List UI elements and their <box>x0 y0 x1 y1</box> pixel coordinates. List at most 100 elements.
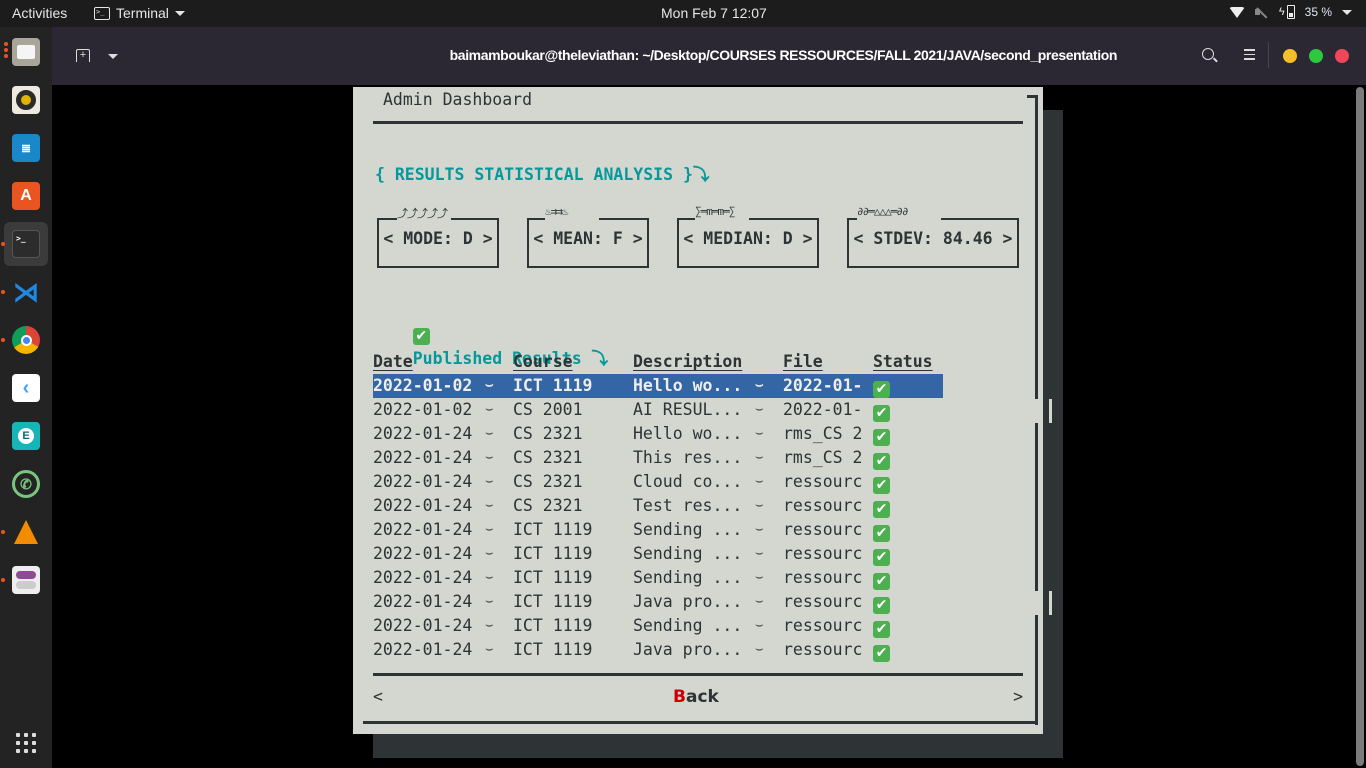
back-button[interactable]: Back <box>673 687 719 707</box>
dock-chrome[interactable] <box>0 318 48 362</box>
column-header-file[interactable]: File <box>783 352 823 371</box>
status-check-icon: ✔ <box>873 496 890 518</box>
list-scroll-marker[interactable] <box>1033 591 1052 615</box>
dock-software[interactable]: A <box>4 174 48 218</box>
cell-file: ressourc <box>783 568 863 587</box>
cell-date: 2022-01-24 <box>373 640 473 659</box>
status-check-icon: ✔ <box>873 472 890 494</box>
stat-stdev[interactable]: ∂∂═△△△═∂∂ < STDEV: 84.46 > <box>847 205 1019 268</box>
table-row[interactable]: 2022-01-24 ⌣ ICT 1119 Sending ... ⌣ ressourc ✔ <box>373 518 943 542</box>
cell-date: 2022-01-24 <box>373 448 473 467</box>
divider <box>1268 42 1269 68</box>
wifi-icon <box>1228 6 1245 18</box>
dock-whatsapp[interactable]: ✆ <box>4 462 48 506</box>
stat-median[interactable]: ∑═m═m═∑ < MEDIAN: D > <box>677 205 819 268</box>
row-separator-icon: ⌣ <box>485 522 494 537</box>
table-row-selected[interactable]: 2022-01-02 ⌣ ICT 1119 Hello wo... ⌣ 2022-01- ✔ <box>373 374 943 398</box>
charging-icon: ϟ <box>1278 6 1285 18</box>
check-icon: ✔ <box>873 501 890 518</box>
dock-rhythmbox[interactable] <box>4 78 48 122</box>
stat-decoration: ∑═m═m═∑ <box>695 205 735 218</box>
cell-file: ressourc <box>783 640 863 659</box>
dock-files[interactable] <box>3 30 48 74</box>
cell-description: Java pro... <box>633 640 743 659</box>
cell-date: 2022-01-24 <box>373 472 473 491</box>
cell-file: ressourc <box>783 472 863 491</box>
status-check-icon: ✔ <box>873 568 890 590</box>
clock[interactable]: Mon Feb 7 12:07 <box>661 5 767 21</box>
status-check-icon: ✔ <box>873 544 890 566</box>
table-row[interactable]: 2022-01-24 ⌣ ICT 1119 Java pro... ⌣ ressourc ✔ <box>373 590 943 614</box>
check-icon: ✔ <box>873 405 890 422</box>
stat-median-value: < MEDIAN: D > <box>683 229 813 248</box>
row-separator-icon: ⌣ <box>485 498 494 513</box>
table-row[interactable]: 2022-01-02 ⌣ CS 2001 AI RESUL... ⌣ 2022-01- ✔ <box>373 398 943 422</box>
row-separator-icon: ⌣ <box>755 498 764 513</box>
cell-course: ICT 1119 <box>513 616 593 635</box>
minimize-button[interactable] <box>1283 49 1297 63</box>
cell-file: ressourc <box>783 592 863 611</box>
row-separator-icon: ⌣ <box>755 402 764 417</box>
app-menu-label: Terminal <box>116 5 169 21</box>
table-row[interactable]: 2022-01-24 ⌣ CS 2321 This res... ⌣ rms_CS 2 ✔ <box>373 446 943 470</box>
list-scroll-marker[interactable] <box>1033 399 1052 423</box>
hamburger-menu-icon[interactable] <box>1244 49 1255 63</box>
dock-tweaks[interactable] <box>0 558 48 602</box>
table-row[interactable]: 2022-01-24 ⌣ CS 2321 Test res... ⌣ ressourc ✔ <box>373 494 943 518</box>
show-applications-icon[interactable] <box>16 733 36 753</box>
check-icon: ✔ <box>873 573 890 590</box>
row-separator-icon: ⌣ <box>485 450 494 465</box>
chevron-down-icon <box>174 10 185 16</box>
rhythmbox-icon <box>12 86 40 114</box>
dock-vlc[interactable] <box>0 510 48 554</box>
row-separator-icon: ⌣ <box>755 594 764 609</box>
column-header-date[interactable]: Date <box>373 352 413 371</box>
dock-terminal[interactable]: >_ <box>0 222 48 266</box>
row-separator-icon: ⌣ <box>755 618 764 633</box>
status-check-icon: ✔ <box>873 520 890 542</box>
cell-description: Test res... <box>633 496 743 515</box>
scrollbar-thumb[interactable] <box>1356 87 1364 766</box>
table-row[interactable]: 2022-01-24 ⌣ CS 2321 Hello wo... ⌣ rms_CS 2 ✔ <box>373 422 943 446</box>
column-header-course[interactable]: Course <box>513 352 573 371</box>
column-header-status[interactable]: Status <box>873 352 933 371</box>
search-icon[interactable] <box>1202 48 1214 60</box>
close-button[interactable] <box>1335 49 1349 63</box>
table-row[interactable]: 2022-01-24 ⌣ ICT 1119 Java pro... ⌣ ressourc ✔ <box>373 638 943 662</box>
cell-description: This res... <box>633 448 743 467</box>
row-separator-icon: ⌣ <box>755 450 764 465</box>
stat-stdev-value: < STDEV: 84.46 > <box>853 229 1013 248</box>
dock-app-e[interactable]: E <box>4 414 48 458</box>
stat-mode[interactable]: ⤴⤴⤴⤴⤴ < MODE: D > <box>377 207 499 268</box>
cell-description: Sending ... <box>633 520 743 539</box>
status-check-icon: ✔ <box>873 448 890 470</box>
admin-dashboard-dialog: Admin Dashboard { RESULTS STATISTICAL AN… <box>353 87 1052 734</box>
dock-writer[interactable]: ≣ <box>4 126 48 170</box>
activities-button[interactable]: Activities <box>12 5 67 21</box>
chevron-down-icon <box>1342 9 1352 15</box>
status-check-icon: ✔ <box>873 400 890 422</box>
column-header-description[interactable]: Description <box>633 352 742 371</box>
dock-vscode[interactable]: ⋊ <box>0 270 48 314</box>
cell-file: ressourc <box>783 520 863 539</box>
cell-date: 2022-01-24 <box>373 616 473 635</box>
cell-file: ressourc <box>783 616 863 635</box>
flutter-icon: ‹ <box>12 374 40 402</box>
cell-description: Java pro... <box>633 592 743 611</box>
table-row[interactable]: 2022-01-24 ⌣ ICT 1119 Sending ... ⌣ ressourc ✔ <box>373 542 943 566</box>
table-row[interactable]: 2022-01-24 ⌣ ICT 1119 Sending ... ⌣ ressourc ✔ <box>373 614 943 638</box>
cell-description: Cloud co... <box>633 472 743 491</box>
system-tray[interactable]: ϟ 35 % <box>1228 5 1352 19</box>
dock-flutter[interactable]: ‹ <box>4 366 48 410</box>
cell-date: 2022-01-24 <box>373 520 473 539</box>
app-menu[interactable]: >_ Terminal <box>94 5 185 21</box>
next-button[interactable]: > <box>1013 687 1023 706</box>
maximize-button[interactable] <box>1309 49 1323 63</box>
prev-button[interactable]: < <box>373 687 383 706</box>
stat-mean[interactable]: ♨⇉⇉♨ < MEAN: F > <box>527 205 649 268</box>
terminal-scrollbar[interactable] <box>1354 85 1366 768</box>
table-row[interactable]: 2022-01-24 ⌣ CS 2321 Cloud co... ⌣ ressourc ✔ <box>373 470 943 494</box>
cell-file: ressourc <box>783 544 863 563</box>
table-row[interactable]: 2022-01-24 ⌣ ICT 1119 Sending ... ⌣ ressourc ✔ <box>373 566 943 590</box>
terminal-icon: >_ <box>12 230 40 258</box>
